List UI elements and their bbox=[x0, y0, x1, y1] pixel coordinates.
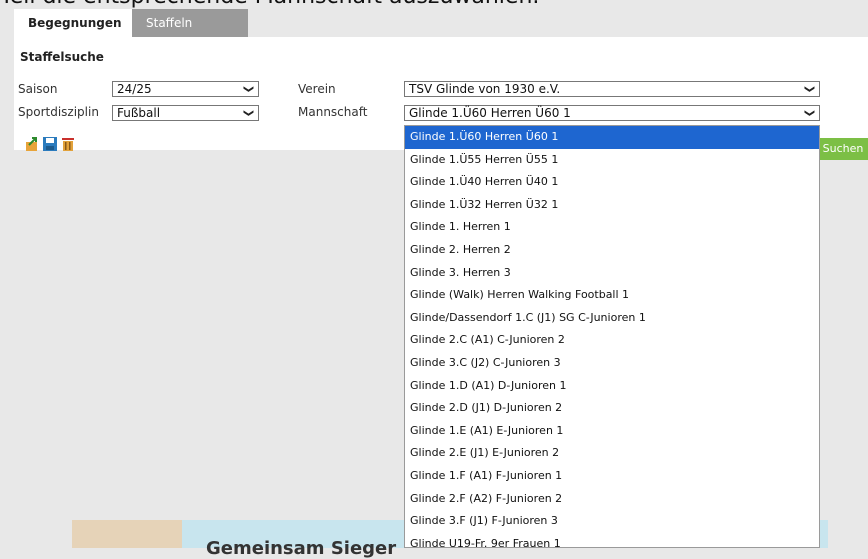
banner-image bbox=[72, 520, 182, 548]
dropdown-option[interactable]: Glinde 1.Ü32 Herren Ü32 1 bbox=[405, 194, 819, 217]
sportdisziplin-value: Fußball bbox=[117, 106, 161, 120]
dropdown-option[interactable]: Glinde 2.F (A2) F-Junioren 2 bbox=[405, 488, 819, 511]
dropdown-option[interactable]: Glinde 3. Herren 3 bbox=[405, 262, 819, 285]
verein-label: Verein bbox=[298, 82, 336, 96]
dropdown-option[interactable]: Glinde 3.C (J2) C-Junioren 3 bbox=[405, 352, 819, 375]
dropdown-option[interactable]: Glinde/Dassendorf 1.C (J1) SG C-Junioren… bbox=[405, 307, 819, 330]
mannschaft-select[interactable]: Glinde 1.Ü60 Herren Ü60 1 ❮ bbox=[404, 105, 820, 121]
dropdown-option[interactable]: Glinde 2.E (J1) E-Junioren 2 bbox=[405, 442, 819, 465]
sportdisziplin-select[interactable]: Fußball ❮ bbox=[112, 105, 259, 121]
dropdown-option[interactable]: Glinde 1.D (A1) D-Junioren 1 bbox=[405, 375, 819, 398]
chevron-down-icon: ❮ bbox=[803, 84, 815, 94]
panel-heading: Staffelsuche bbox=[20, 50, 104, 64]
delete-icon[interactable] bbox=[60, 136, 76, 152]
search-button[interactable]: Suchen bbox=[818, 138, 868, 160]
dropdown-option[interactable]: Glinde 2. Herren 2 bbox=[405, 239, 819, 262]
mannschaft-dropdown-list[interactable]: Glinde 1.Ü60 Herren Ü60 1 Glinde 1.Ü55 He… bbox=[404, 125, 820, 548]
dropdown-option[interactable]: Glinde 1.Ü55 Herren Ü55 1 bbox=[405, 149, 819, 172]
dropdown-option[interactable]: Glinde 3.F (J1) F-Junioren 3 bbox=[405, 510, 819, 533]
dropdown-option[interactable]: Glinde U19-Fr. 9er Frauen 1 bbox=[405, 533, 819, 547]
tab-begegnungen[interactable]: Begegnungen bbox=[14, 9, 132, 37]
mannschaft-label: Mannschaft bbox=[298, 105, 368, 119]
page-caption: Teil die entsprechende Mannschaft auszuw… bbox=[0, 0, 868, 8]
banner-text: Gemeinsam Sieger bbox=[206, 538, 397, 559]
saison-select[interactable]: 24/25 ❮ bbox=[112, 81, 259, 97]
dropdown-option[interactable]: Glinde (Walk) Herren Walking Football 1 bbox=[405, 284, 819, 307]
verein-select[interactable]: TSV Glinde von 1930 e.V. ❮ bbox=[404, 81, 820, 97]
dropdown-option[interactable]: Glinde 1.E (A1) E-Junioren 1 bbox=[405, 420, 819, 443]
tab-bar: Begegnungen Staffeln suchen bbox=[14, 9, 248, 58]
saison-label: Saison bbox=[18, 82, 58, 96]
saison-value: 24/25 bbox=[117, 82, 152, 96]
tab-staffeln-suchen[interactable]: Staffeln suchen bbox=[132, 9, 248, 58]
sportdisziplin-label: Sportdisziplin bbox=[18, 105, 99, 119]
dropdown-option[interactable]: Glinde 2.C (A1) C-Junioren 2 bbox=[405, 329, 819, 352]
dropdown-option[interactable]: Glinde 1.F (A1) F-Junioren 1 bbox=[405, 465, 819, 488]
mannschaft-value: Glinde 1.Ü60 Herren Ü60 1 bbox=[409, 106, 571, 120]
dropdown-option[interactable]: Glinde 1.Ü40 Herren Ü40 1 bbox=[405, 171, 819, 194]
toolbar-icons bbox=[24, 136, 76, 152]
chevron-down-icon: ❮ bbox=[242, 108, 254, 118]
verein-value: TSV Glinde von 1930 e.V. bbox=[409, 82, 561, 96]
chevron-down-icon: ❮ bbox=[803, 108, 815, 118]
chevron-down-icon: ❮ bbox=[242, 84, 254, 94]
export-icon[interactable] bbox=[24, 136, 40, 152]
dropdown-option[interactable]: Glinde 2.D (J1) D-Junioren 2 bbox=[405, 397, 819, 420]
dropdown-option[interactable]: Glinde 1.Ü60 Herren Ü60 1 bbox=[405, 126, 819, 149]
save-icon[interactable] bbox=[42, 136, 58, 152]
dropdown-option[interactable]: Glinde 1. Herren 1 bbox=[405, 216, 819, 239]
